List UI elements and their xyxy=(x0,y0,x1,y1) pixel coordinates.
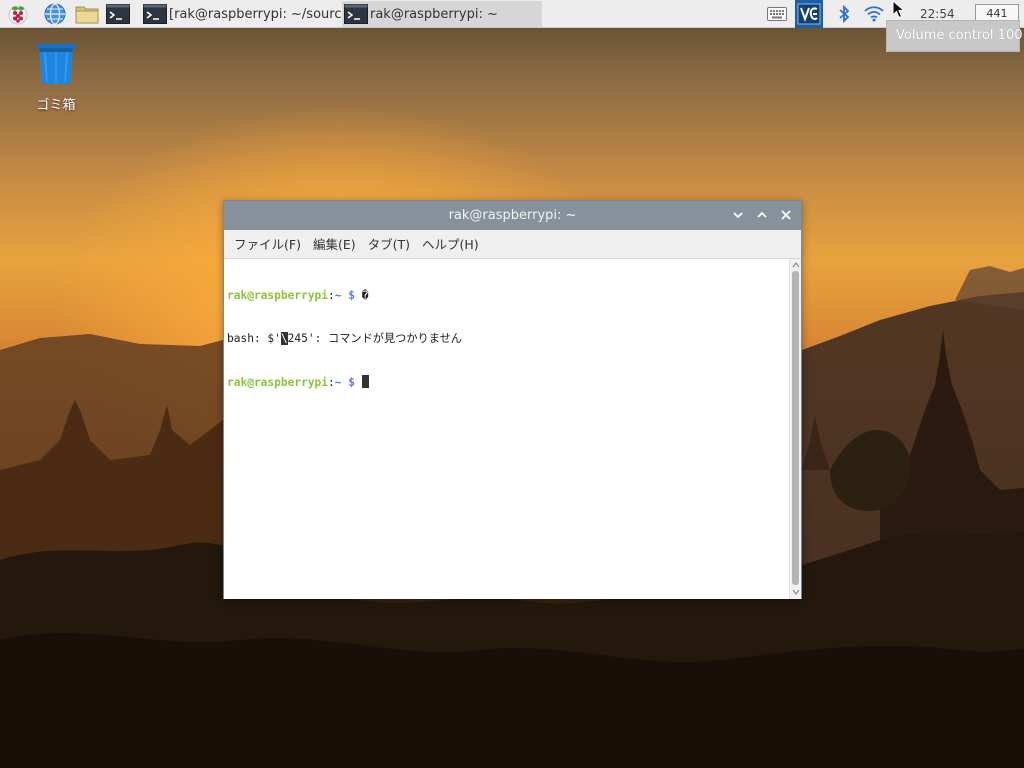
prompt-dollar: $ xyxy=(348,375,356,389)
mouse-pointer-icon xyxy=(892,0,906,19)
taskbar-item-label: rak@raspberrypi: ~ xyxy=(370,6,498,22)
prompt-separator: : xyxy=(328,375,335,389)
menu-tabs[interactable]: タブ(T) xyxy=(362,230,416,259)
prompt-user: rak@raspberrypi xyxy=(227,289,329,303)
menu-file[interactable]: ファイル(F) xyxy=(228,230,307,259)
typed-input: � xyxy=(361,289,369,303)
taskbar-item-label: [rak@raspberrypi: ~/sourc… xyxy=(169,6,341,22)
terminal-line: bash: $'\245': コマンドが見つかりません xyxy=(227,332,786,346)
terminal-scrollbar[interactable] xyxy=(789,259,801,599)
close-icon xyxy=(781,210,791,220)
desktop-trash[interactable]: ゴミ箱 xyxy=(24,40,88,113)
vnc-server-icon[interactable] xyxy=(795,0,823,28)
scroll-down-icon[interactable] xyxy=(792,588,800,596)
window-titlebar[interactable]: rak@raspberrypi: ~ xyxy=(224,201,801,230)
text-cursor xyxy=(361,374,369,388)
terminal-output[interactable]: rak@raspberrypi:~ $ � bash: $'\245': コマン… xyxy=(224,259,789,599)
close-button[interactable] xyxy=(777,206,795,224)
menu-edit[interactable]: 編集(E) xyxy=(307,230,362,259)
terminal-icon xyxy=(344,4,368,24)
escaped-char: \ xyxy=(280,332,288,345)
terminal-icon xyxy=(143,4,167,24)
scrollbar-thumb[interactable] xyxy=(792,271,799,585)
desktop-trash-label: ゴミ箱 xyxy=(36,98,76,113)
volume-tooltip: Volume control 100 xyxy=(886,20,1023,52)
wifi-icon[interactable] xyxy=(862,0,886,28)
top-panel: [rak@raspberrypi: ~/sourc… rak@raspberry… xyxy=(0,0,1024,28)
terminal-line: rak@raspberrypi:~ $ � xyxy=(227,289,786,303)
file-manager-icon[interactable] xyxy=(72,0,102,28)
chevron-up-icon xyxy=(757,211,767,218)
trash-bin-icon xyxy=(36,44,76,84)
terminal-menubar: ファイル(F) 編集(E) タブ(T) ヘルプ(H) xyxy=(224,230,801,259)
taskbar-item-terminal-home[interactable]: rak@raspberrypi: ~ xyxy=(342,1,542,27)
chevron-down-icon xyxy=(733,212,743,219)
minimize-button[interactable] xyxy=(729,206,747,224)
maximize-button[interactable] xyxy=(753,206,771,224)
prompt-path: ~ xyxy=(334,289,342,303)
prompt-path: ~ xyxy=(334,375,342,389)
terminal-window[interactable]: rak@raspberrypi: ~ ファイル(F) 編集(E) タブ(T) ヘ… xyxy=(223,200,802,599)
web-browser-icon[interactable] xyxy=(40,0,70,28)
terminal-launcher-icon[interactable] xyxy=(103,0,133,28)
raspberry-menu-icon[interactable] xyxy=(3,0,33,28)
error-message: 245': コマンドが見つかりません xyxy=(287,332,462,345)
taskbar-item-terminal-source[interactable]: [rak@raspberrypi: ~/sourc… xyxy=(141,1,341,27)
scroll-up-icon[interactable] xyxy=(792,261,800,269)
prompt-user: rak@raspberrypi xyxy=(227,375,329,389)
prompt-dollar: $ xyxy=(348,289,356,303)
error-prefix: bash: $' xyxy=(227,332,281,345)
prompt-separator: : xyxy=(328,289,335,303)
terminal-line: rak@raspberrypi:~ $ xyxy=(227,374,786,389)
menu-help[interactable]: ヘルプ(H) xyxy=(416,230,485,259)
window-title: rak@raspberrypi: ~ xyxy=(448,208,577,223)
bluetooth-icon[interactable] xyxy=(834,0,854,28)
virtual-keyboard-icon[interactable] xyxy=(765,0,789,28)
